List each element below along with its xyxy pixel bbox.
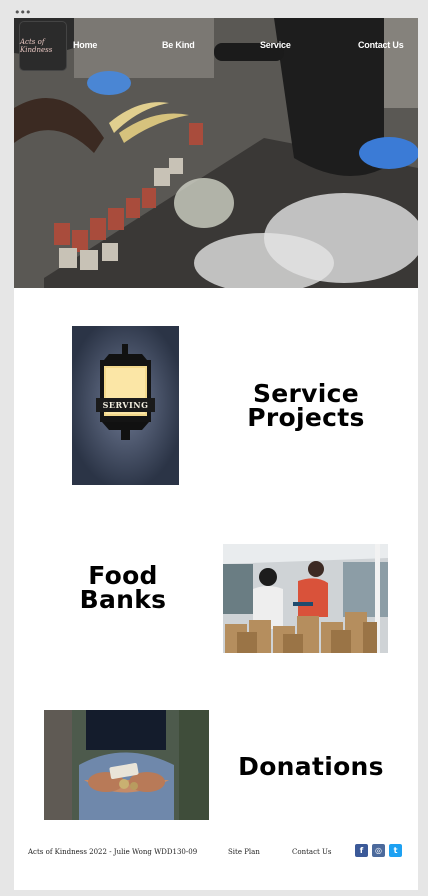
instagram-icon[interactable]: ◎	[372, 844, 385, 857]
page: Acts of Kindness Home Be Kind Service Co…	[14, 18, 418, 890]
heading-line: Banks	[79, 584, 167, 614]
food-bank-volunteers-photo	[223, 544, 388, 653]
nav-service[interactable]: Service	[260, 40, 291, 50]
food-banks-heading: Food Banks	[58, 563, 188, 614]
nav-contact-us[interactable]: Contact Us	[358, 40, 404, 50]
facebook-icon[interactable]: f	[355, 844, 368, 857]
heading-line: Donations	[238, 752, 384, 781]
footer-credit: Acts of Kindness 2022 - Julie Wong WDD13…	[28, 848, 198, 856]
nav-be-kind[interactable]: Be Kind	[162, 40, 195, 50]
main-nav: Home Be Kind Service Contact Us	[14, 40, 418, 54]
footer-contact-link[interactable]: Contact Us	[292, 848, 332, 856]
hero-banner: Acts of Kindness Home Be Kind Service Co…	[14, 18, 418, 288]
donations-heading: Donations	[222, 752, 400, 781]
site-footer: Acts of Kindness 2022 - Julie Wong WDD13…	[14, 836, 418, 876]
twitter-icon[interactable]: t	[389, 844, 402, 857]
serving-sign-text: SERVING	[102, 400, 149, 410]
donation-hands-photo	[44, 710, 209, 820]
hero-photo	[14, 18, 418, 288]
service-projects-heading: Service Projects	[226, 381, 386, 432]
nav-home[interactable]: Home	[73, 40, 97, 50]
serving-lantern-photo: SERVING	[72, 326, 179, 485]
heading-line: Projects	[247, 402, 365, 432]
footer-site-plan-link[interactable]: Site Plan	[228, 848, 260, 856]
